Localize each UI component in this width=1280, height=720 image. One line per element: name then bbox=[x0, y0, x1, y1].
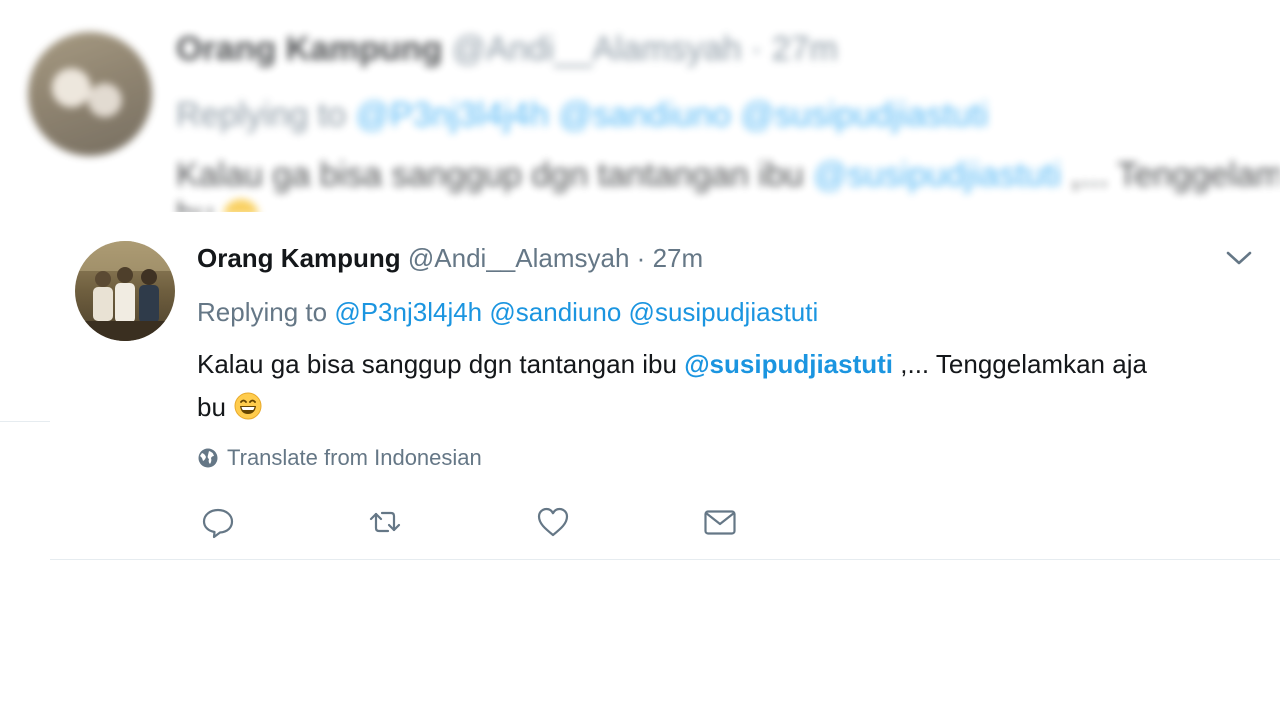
reply-icon[interactable] bbox=[200, 504, 236, 540]
tweet-text-before: Kalau ga bisa sanggup dgn tantangan ibu bbox=[197, 349, 677, 379]
background-avatar bbox=[28, 32, 152, 156]
background-header: Orang Kampung @Andi__Alamsyah · 27m bbox=[176, 30, 838, 69]
background-mention-3: @susipudjiastuti bbox=[740, 96, 989, 134]
background-text-before: Kalau ga bisa sanggup dgn tantangan ibu bbox=[176, 156, 804, 194]
tweet-text-line2: bu bbox=[197, 392, 226, 422]
retweet-icon[interactable] bbox=[367, 504, 403, 540]
tweet-header: Orang Kampung @Andi__Alamsyah · 27m bbox=[197, 242, 703, 274]
replying-to-row: Replying to @P3nj3l4j4h @sandiuno @susip… bbox=[197, 296, 818, 328]
display-name[interactable]: Orang Kampung bbox=[197, 243, 401, 273]
replying-to-label: Replying to bbox=[197, 297, 328, 327]
background-handle: @Andi__Alamsyah bbox=[451, 30, 742, 68]
grinning-face-emoji bbox=[233, 391, 263, 421]
twitter-screenshot: Orang Kampung @Andi__Alamsyah · 27m Repl… bbox=[0, 0, 1280, 720]
background-replying-label: Replying to bbox=[176, 96, 347, 134]
background-timestamp: 27m bbox=[771, 30, 838, 68]
tweet-text-mention[interactable]: @susipudjiastuti bbox=[684, 349, 893, 379]
left-divider bbox=[0, 421, 50, 422]
handle[interactable]: @Andi__Alamsyah bbox=[408, 243, 630, 273]
translate-link[interactable]: Translate from Indonesian bbox=[197, 444, 482, 472]
background-separator: · bbox=[750, 30, 763, 68]
separator-dot: · bbox=[636, 243, 646, 273]
background-mention-1: @P3nj3l4j4h bbox=[355, 96, 549, 134]
avatar-photo bbox=[75, 241, 175, 341]
tweet-text: Kalau ga bisa sanggup dgn tantangan ibu … bbox=[197, 343, 1262, 429]
tweet-text-after: ,... Tenggelamkan aja bbox=[900, 349, 1147, 379]
mention-p3nj3l4j4h[interactable]: @P3nj3l4j4h bbox=[334, 297, 482, 327]
background-text-after: ,... Tenggelamkan aja bbox=[1070, 156, 1280, 194]
background-replying-row: Replying to @P3nj3l4j4h @sandiuno @susip… bbox=[176, 96, 988, 135]
envelope-icon[interactable] bbox=[702, 504, 738, 540]
background-tweet-text: Kalau ga bisa sanggup dgn tantangan ibu … bbox=[176, 156, 1280, 195]
background-mention-2: @sandiuno bbox=[558, 96, 731, 134]
blurred-background-tweet: Orang Kampung @Andi__Alamsyah · 27m Repl… bbox=[0, 0, 1280, 215]
background-text-mention: @susipudjiastuti bbox=[813, 156, 1062, 194]
timestamp[interactable]: 27m bbox=[653, 243, 704, 273]
avatar[interactable] bbox=[75, 241, 175, 341]
tweet-card[interactable]: Orang Kampung @Andi__Alamsyah · 27m Repl… bbox=[50, 212, 1280, 560]
mention-sandiuno[interactable]: @sandiuno bbox=[489, 297, 621, 327]
globe-icon bbox=[198, 448, 218, 468]
translate-label: Translate from Indonesian bbox=[227, 445, 482, 470]
heart-icon[interactable] bbox=[535, 504, 571, 540]
chevron-down-icon[interactable] bbox=[1224, 246, 1254, 270]
mention-susipudjiastuti[interactable]: @susipudjiastuti bbox=[629, 297, 819, 327]
background-display-name: Orang Kampung bbox=[176, 30, 443, 68]
